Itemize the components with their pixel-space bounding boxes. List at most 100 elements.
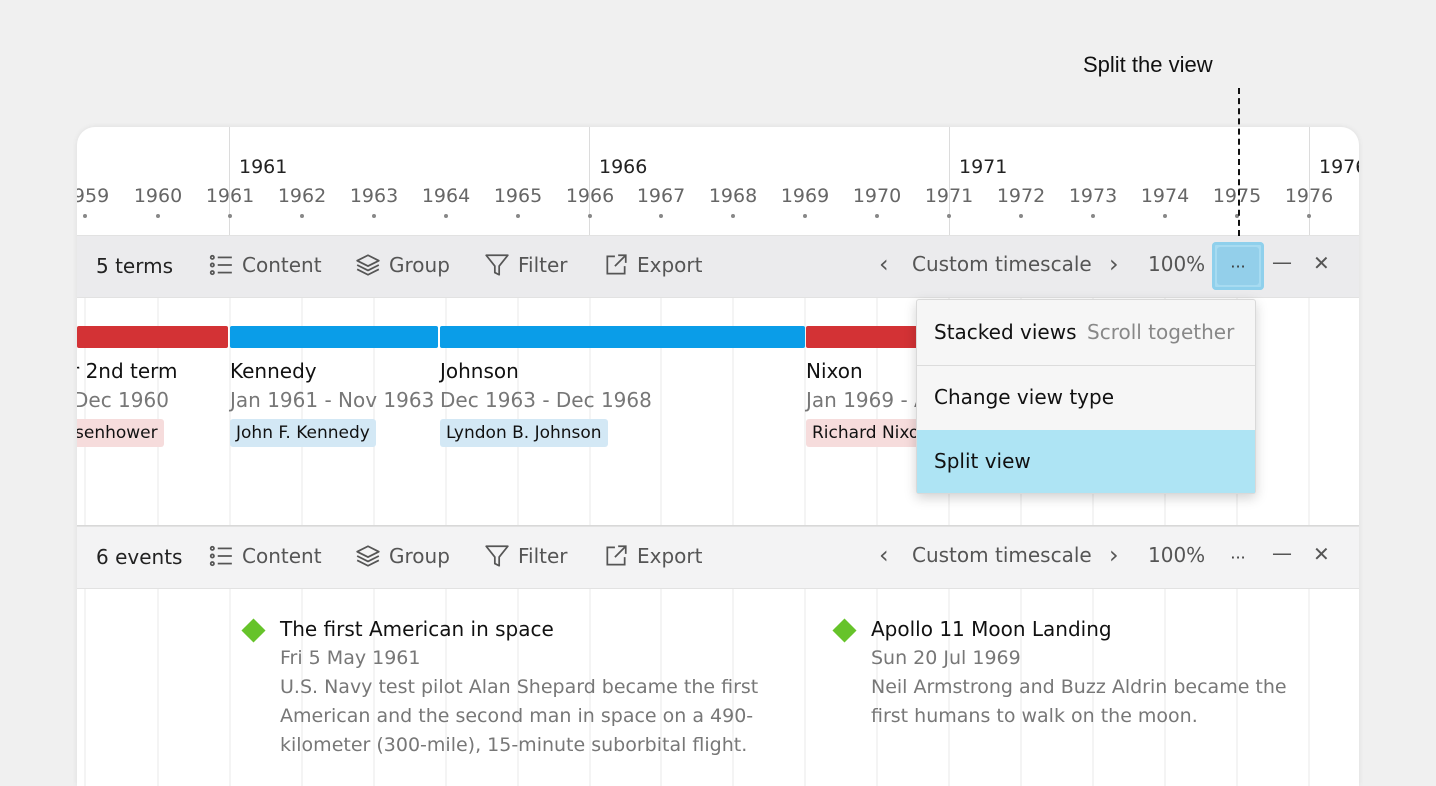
year-tick — [228, 214, 232, 218]
term-name: Nixon — [806, 359, 863, 383]
more-options-button[interactable]: ··· — [1212, 533, 1264, 581]
group-button[interactable]: Group — [355, 252, 450, 278]
minor-year-label: 1964 — [421, 185, 471, 207]
year-tick — [156, 214, 160, 218]
timescale-selector[interactable]: Custom timescale — [912, 252, 1092, 276]
content-button[interactable]: Content — [208, 543, 322, 569]
year-tick — [803, 214, 807, 218]
filter-icon — [485, 254, 509, 276]
time-axis: 1961 1966 1971 1976 1959 1960 1961 1962 … — [77, 127, 1359, 235]
minimize-button[interactable]: — — [1272, 541, 1292, 565]
event-description: U.S. Navy test pilot Alan Shepard became… — [280, 676, 759, 756]
year-tick — [1307, 214, 1311, 218]
year-tick — [300, 214, 304, 218]
minor-year-label: 1965 — [493, 185, 543, 207]
year-tick — [516, 214, 520, 218]
minor-year-label: 1969 — [780, 185, 830, 207]
filter-button[interactable]: Filter — [484, 252, 568, 278]
menu-item-label: Split view — [934, 449, 1031, 473]
events-toolbar: 6 events Content Group Filter Export ‹ C… — [77, 526, 1359, 589]
minor-year-label: 1973 — [1068, 185, 1118, 207]
minor-year-label: 1972 — [996, 185, 1046, 207]
content-label: Content — [242, 253, 322, 277]
year-tick — [372, 214, 376, 218]
minor-year-label: 1963 — [349, 185, 399, 207]
event-marker-icon[interactable] — [241, 618, 266, 643]
group-button[interactable]: Group — [355, 543, 450, 569]
minor-year-label: 1968 — [708, 185, 758, 207]
zoom-level[interactable]: 100% — [1148, 543, 1205, 567]
close-button[interactable]: ✕ — [1313, 542, 1330, 566]
major-gridline — [589, 127, 590, 235]
term-range: Jan 1961 - Nov 1963 — [230, 388, 435, 412]
term-name: Kennedy — [230, 359, 317, 383]
more-icon: ··· — [1230, 256, 1246, 276]
minimize-button[interactable]: — — [1272, 250, 1292, 274]
event-title[interactable]: The first American in space — [280, 617, 554, 641]
close-button[interactable]: ✕ — [1313, 251, 1330, 275]
major-year-label: 1961 — [239, 156, 288, 178]
export-icon — [606, 545, 627, 566]
year-tick — [83, 214, 87, 218]
term-bar[interactable] — [77, 326, 228, 348]
more-icon: ··· — [1230, 547, 1246, 567]
more-options-button[interactable]: ··· — [1212, 242, 1264, 290]
major-gridline — [949, 127, 950, 235]
major-year-label: 1971 — [959, 156, 1008, 178]
filter-button[interactable]: Filter — [484, 543, 568, 569]
event-date: Sun 20 Jul 1969 — [871, 647, 1021, 669]
year-tick — [875, 214, 879, 218]
year-tick — [444, 214, 448, 218]
term-bar[interactable] — [230, 326, 438, 348]
year-tick — [731, 214, 735, 218]
menu-item-label: Change view type — [934, 385, 1115, 409]
layers-icon — [356, 545, 380, 567]
list-icon — [209, 254, 232, 276]
president-chip[interactable]: senhower — [77, 419, 164, 447]
menu-item-sublabel: Scroll together — [1087, 320, 1235, 344]
menu-item-stacked-views[interactable]: Stacked views Scroll together — [917, 300, 1255, 364]
terms-toolbar: 5 terms Content Group Filter Export ‹ Cu… — [77, 235, 1359, 298]
filter-icon — [485, 545, 509, 567]
year-tick — [1163, 214, 1167, 218]
timescale-selector[interactable]: Custom timescale — [912, 543, 1092, 567]
event-title[interactable]: Apollo 11 Moon Landing — [871, 617, 1112, 641]
minor-year-label: 1966 — [565, 185, 615, 207]
zoom-level[interactable]: 100% — [1148, 252, 1205, 276]
year-tick — [947, 214, 951, 218]
content-button[interactable]: Content — [208, 252, 322, 278]
minor-year-label: 1959 — [77, 185, 110, 207]
term-range: Dec 1963 - Dec 1968 — [440, 388, 652, 412]
chevron-right-icon[interactable]: › — [1109, 250, 1119, 278]
term-name: Johnson — [440, 359, 519, 383]
chevron-right-icon[interactable]: › — [1109, 541, 1119, 569]
president-chip[interactable]: John F. Kennedy — [230, 419, 376, 447]
major-gridline — [229, 127, 230, 235]
export-label: Export — [637, 253, 703, 277]
chevron-left-icon[interactable]: ‹ — [879, 250, 889, 278]
president-chip[interactable]: Lyndon B. Johnson — [440, 419, 608, 447]
group-label: Group — [389, 544, 450, 568]
year-tick — [659, 214, 663, 218]
major-year-label: 1976 — [1319, 156, 1359, 178]
term-range: Dec 1960 — [77, 388, 169, 412]
chevron-left-icon[interactable]: ‹ — [879, 541, 889, 569]
event-marker-icon[interactable] — [832, 618, 857, 643]
term-range: Jan 1969 - A — [806, 388, 928, 412]
menu-item-change-view-type[interactable]: Change view type — [917, 366, 1255, 430]
minor-year-label: 1960 — [133, 185, 183, 207]
export-button[interactable]: Export — [603, 252, 702, 278]
export-button[interactable]: Export — [603, 543, 702, 569]
major-year-label: 1966 — [599, 156, 648, 178]
major-gridline — [1309, 127, 1310, 235]
list-icon — [209, 545, 232, 567]
more-options-menu: Stacked views Scroll together Change vie… — [916, 299, 1256, 494]
term-bar[interactable] — [440, 326, 805, 348]
callout-label: Split the view — [1083, 52, 1213, 77]
year-tick — [588, 214, 592, 218]
president-chip[interactable]: Richard Nixo — [806, 419, 926, 447]
menu-item-split-view[interactable]: Split view — [917, 430, 1255, 493]
export-label: Export — [637, 544, 703, 568]
export-icon — [606, 254, 627, 275]
content-label: Content — [242, 544, 322, 568]
